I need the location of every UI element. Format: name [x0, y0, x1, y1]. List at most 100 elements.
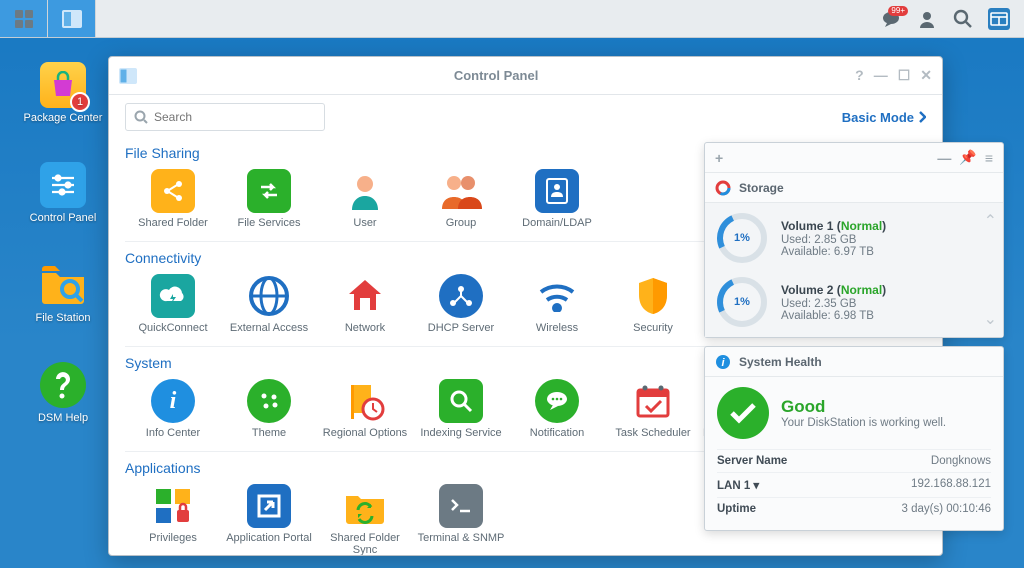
portal-icon — [256, 493, 282, 519]
info-key: Uptime — [717, 503, 756, 515]
question-icon — [52, 370, 74, 400]
desktop-icon-control-panel[interactable]: Control Panel — [18, 162, 108, 224]
volume-row[interactable]: 1% Volume 1 (Normal) Used: 2.85 GB Avail… — [717, 213, 991, 263]
donut-icon — [715, 180, 731, 196]
folder-sync-icon — [344, 488, 386, 524]
item-terminal-snmp[interactable]: Terminal & SNMP — [413, 484, 509, 555]
book-user-icon — [545, 177, 569, 205]
shield-icon — [636, 276, 670, 316]
flag-clock-icon — [345, 381, 385, 421]
folder-search-icon — [40, 265, 86, 305]
item-label: Network — [345, 322, 385, 334]
dashboard-button[interactable] — [988, 8, 1010, 30]
health-subtitle: Your DiskStation is working well. — [781, 417, 946, 429]
item-label: DHCP Server — [428, 322, 494, 334]
storage-widget: + — 📌 ≡ Storage ⌃ 1% Volume 1 (Normal) U… — [704, 142, 1004, 338]
item-shared-folder[interactable]: Shared Folder — [125, 169, 221, 239]
mode-label: Basic Mode — [842, 110, 914, 125]
item-wireless[interactable]: Wireless — [509, 274, 605, 344]
close-button[interactable]: ✕ — [920, 67, 932, 84]
info-icon: i — [715, 354, 731, 370]
health-status: Good — [781, 397, 946, 417]
item-dhcp-server[interactable]: DHCP Server — [413, 274, 509, 344]
desktop-icon-file-station[interactable]: File Station — [18, 262, 108, 324]
volume-name: Volume 2 — [781, 283, 833, 297]
desktop-icon-label: Package Center — [18, 112, 108, 124]
taskbar: 99+ — [0, 0, 1024, 38]
item-label: QuickConnect — [138, 322, 207, 334]
terminal-icon — [448, 496, 474, 516]
mode-toggle[interactable]: Basic Mode — [842, 110, 926, 125]
pin-widget-icon[interactable]: 📌 — [959, 149, 976, 166]
volume-avail: Available: 6.98 TB — [781, 310, 886, 322]
info-row: Server NameDongknows — [717, 449, 991, 472]
volume-status: Normal — [841, 219, 882, 233]
item-info-center[interactable]: iInfo Center — [125, 379, 221, 449]
item-notification[interactable]: Notification — [509, 379, 605, 449]
scroll-down-icon[interactable]: ⌄ — [984, 309, 997, 329]
item-task-scheduler[interactable]: Task Scheduler — [605, 379, 701, 449]
notification-badge: 99+ — [888, 6, 908, 16]
volume-row[interactable]: 1% Volume 2 (Normal) Used: 2.35 GB Avail… — [717, 277, 991, 327]
item-label: Domain/LDAP — [522, 217, 592, 229]
item-theme[interactable]: Theme — [221, 379, 317, 449]
item-file-services[interactable]: File Services — [221, 169, 317, 239]
item-quickconnect[interactable]: QuickConnect — [125, 274, 221, 344]
item-user[interactable]: User — [317, 169, 413, 239]
wifi-icon — [537, 280, 577, 312]
item-shared-folder-sync[interactable]: Shared Folder Sync — [317, 484, 413, 555]
search-icon[interactable] — [952, 8, 974, 30]
item-label: Indexing Service — [420, 427, 501, 439]
notifications-icon[interactable]: 99+ — [880, 8, 902, 30]
search-field[interactable] — [154, 110, 316, 124]
item-label: File Services — [238, 217, 301, 229]
item-domain-ldap[interactable]: Domain/LDAP — [509, 169, 605, 239]
show-desktop-button[interactable] — [0, 0, 48, 37]
item-group[interactable]: Group — [413, 169, 509, 239]
volume-avail: Available: 6.97 TB — [781, 246, 886, 258]
scroll-up-icon[interactable]: ⌃ — [984, 211, 997, 231]
sliders-icon — [48, 173, 78, 197]
item-label: Terminal & SNMP — [418, 532, 505, 544]
info-key: LAN 1 ▾ — [717, 478, 759, 492]
minimize-button[interactable]: — — [874, 67, 888, 84]
item-indexing-service[interactable]: Indexing Service — [413, 379, 509, 449]
item-regional-options[interactable]: Regional Options — [317, 379, 413, 449]
widget-panel: + — 📌 ≡ Storage ⌃ 1% Volume 1 (Normal) U… — [704, 142, 1004, 531]
desktop-icon-package-center[interactable]: 1 Package Center — [18, 62, 108, 124]
item-privileges[interactable]: Privileges — [125, 484, 221, 555]
help-icon[interactable]: ? — [855, 67, 864, 84]
dashboard-icon — [990, 12, 1008, 26]
usage-ring: 1% — [717, 277, 767, 327]
widget-menu-icon[interactable]: ≡ — [985, 150, 993, 166]
window-title: Control Panel — [137, 68, 855, 83]
panel-icon — [62, 10, 82, 28]
desktop-icon-dsm-help[interactable]: DSM Help — [18, 362, 108, 424]
share-icon — [161, 179, 185, 203]
transfer-icon — [257, 179, 281, 203]
palette-icon — [256, 388, 282, 414]
search-icon — [134, 110, 148, 124]
item-application-portal[interactable]: Application Portal — [221, 484, 317, 555]
item-label: Application Portal — [226, 532, 312, 544]
window-titlebar[interactable]: Control Panel ? — ☐ ✕ — [109, 57, 942, 95]
info-key: Server Name — [717, 455, 787, 467]
user-icon[interactable] — [916, 8, 938, 30]
minimize-widget-icon[interactable]: — — [937, 150, 951, 166]
cloud-bolt-icon — [159, 285, 187, 307]
item-external-access[interactable]: External Access — [221, 274, 317, 344]
item-security[interactable]: Security — [605, 274, 701, 344]
search-input[interactable] — [125, 103, 325, 131]
volume-status: Normal — [841, 283, 882, 297]
usage-ring: 1% — [717, 213, 767, 263]
maximize-button[interactable]: ☐ — [898, 67, 911, 84]
magnify-icon — [448, 388, 474, 414]
chevron-right-icon — [918, 111, 926, 123]
item-label: Info Center — [146, 427, 200, 439]
info-row-lan[interactable]: LAN 1 ▾192.168.88.121 — [717, 472, 991, 497]
taskbar-control-panel-button[interactable] — [48, 0, 96, 37]
add-widget-icon[interactable]: + — [715, 150, 723, 166]
apps-lock-icon — [154, 487, 192, 525]
item-network[interactable]: Network — [317, 274, 413, 344]
item-label: External Access — [230, 322, 308, 334]
